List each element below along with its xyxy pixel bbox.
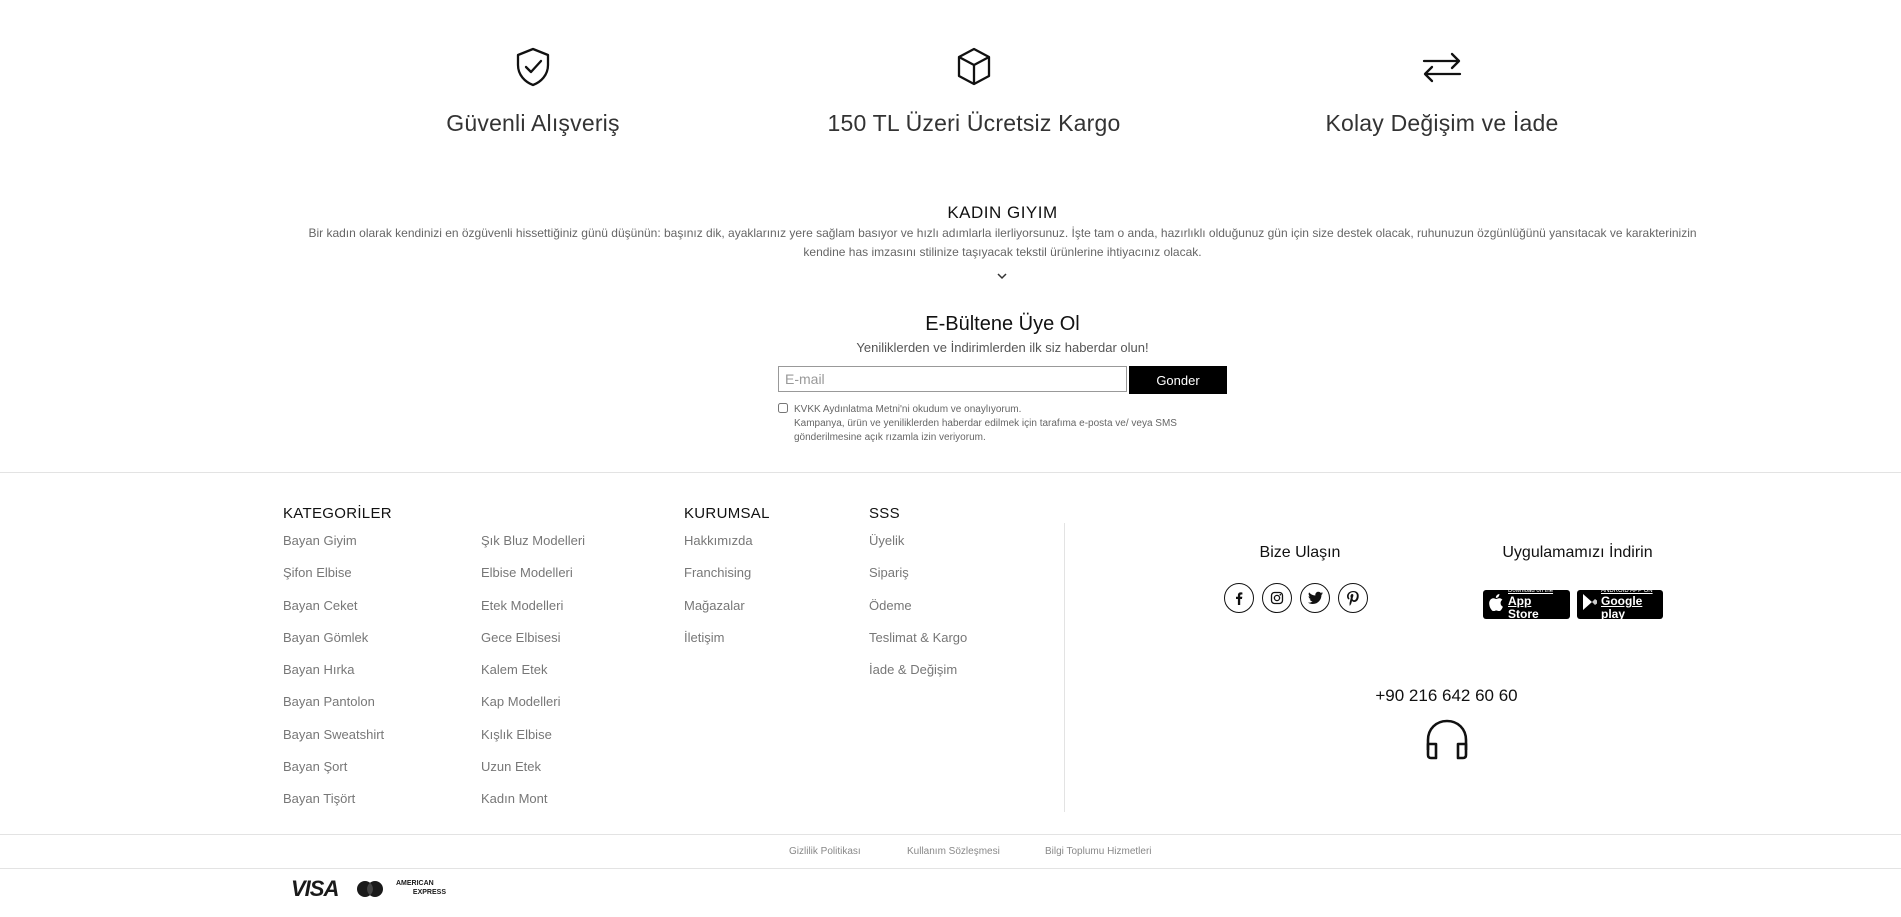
feature-easy-returns: Kolay Değişim ve İade: [1232, 46, 1652, 137]
section-title: KADIN GIYIM: [947, 203, 1058, 222]
social-links: [1224, 583, 1368, 613]
category-link[interactable]: Bayan Giyim: [283, 533, 357, 548]
headphones-icon: [1425, 718, 1469, 765]
newsletter-title: E-Bültene Üye Ol: [925, 313, 1080, 335]
feature-title: Güvenli Alışveriş: [446, 110, 620, 136]
box-icon: [764, 46, 1184, 88]
corporate-link[interactable]: İletişim: [684, 630, 724, 645]
category-link[interactable]: Kap Modelleri: [481, 694, 561, 709]
email-input[interactable]: [778, 366, 1127, 392]
facebook-icon[interactable]: [1224, 583, 1254, 613]
category-link[interactable]: Şık Bluz Modelleri: [481, 533, 585, 548]
feature-title: 150 TL Üzeri Ücretsiz Kargo: [827, 110, 1121, 136]
faq-link[interactable]: İade & Değişim: [869, 662, 957, 677]
amex-line1: AMERICAN: [396, 880, 434, 887]
exchange-arrows-icon: [1232, 46, 1652, 88]
phone-number: +90 216 642 60 60: [1375, 686, 1518, 705]
shield-check-icon: [323, 46, 743, 88]
information-society-link[interactable]: Bilgi Toplumu Hizmetleri: [1045, 846, 1152, 857]
faq-link[interactable]: Ödeme: [869, 598, 912, 613]
divider: [0, 472, 1901, 473]
submit-button[interactable]: Gonder: [1129, 366, 1227, 394]
corporate-heading: KURUMSAL: [684, 505, 770, 522]
faq-link[interactable]: Sipariş: [869, 565, 909, 580]
divider: [0, 834, 1901, 835]
faq-link[interactable]: Üyelik: [869, 533, 904, 548]
category-link[interactable]: Bayan Sweatshirt: [283, 727, 384, 742]
consent-checkbox[interactable]: [778, 403, 788, 413]
mastercard-icon: [355, 880, 385, 903]
category-link[interactable]: Bayan Pantolon: [283, 694, 375, 709]
category-link[interactable]: Etek Modelleri: [481, 598, 563, 613]
category-link[interactable]: Bayan Tişört: [283, 791, 355, 806]
google-play-button[interactable]: ANDROID APP ON Google play: [1577, 588, 1663, 621]
category-link[interactable]: Şifon Elbise: [283, 565, 352, 580]
twitter-icon[interactable]: [1300, 583, 1330, 613]
pinterest-icon[interactable]: [1338, 583, 1368, 613]
amex-line2: EXPRESS: [412, 889, 446, 896]
feature-title: Kolay Değişim ve İade: [1325, 110, 1559, 136]
app-store-button[interactable]: Download on the App Store: [1483, 588, 1570, 621]
newsletter-subtitle: Yeniliklerden ve İndirimlerden ilk siz h…: [856, 340, 1149, 355]
instagram-icon[interactable]: [1262, 583, 1292, 613]
categories-list-1: Bayan Giyim Şifon Elbise Bayan Ceket Bay…: [283, 533, 384, 824]
consent-text: KVKK Aydınlatma Metni'ni okudum ve onayl…: [794, 403, 1194, 445]
apple-icon: [1489, 593, 1503, 616]
contact-title: Bize Ulaşın: [1259, 544, 1341, 561]
corporate-link[interactable]: Mağazalar: [684, 598, 745, 613]
category-link[interactable]: Elbise Modelleri: [481, 565, 573, 580]
visa-icon: VISA: [291, 876, 339, 901]
category-link[interactable]: Uzun Etek: [481, 759, 541, 774]
google-play-label: Google play: [1601, 594, 1643, 621]
category-link[interactable]: Kalem Etek: [481, 662, 547, 677]
chevron-down-icon[interactable]: [995, 269, 1009, 281]
categories-heading: KATEGORİLER: [283, 505, 392, 522]
feature-free-shipping: 150 TL Üzeri Ücretsiz Kargo: [764, 46, 1184, 137]
corporate-link[interactable]: Franchising: [684, 565, 751, 580]
google-play-icon: [1583, 594, 1597, 615]
app-store-label: App Store: [1508, 594, 1539, 621]
category-link[interactable]: Bayan Şort: [283, 759, 347, 774]
category-link[interactable]: Bayan Gömlek: [283, 630, 368, 645]
category-link[interactable]: Kadın Mont: [481, 791, 548, 806]
consent-marketing: Kampanya, ürün ve yeniliklerden haberdar…: [794, 418, 1177, 443]
column-divider: [1064, 523, 1065, 812]
privacy-policy-link[interactable]: Gizlilik Politikası: [789, 846, 861, 857]
amex-icon: AMERICAN EXPRESS: [396, 879, 446, 897]
categories-list-2: Şık Bluz Modelleri Elbise Modelleri Etek…: [481, 533, 585, 824]
apps-title: Uygulamamızı İndirin: [1502, 544, 1653, 561]
consent-kvkk: KVKK Aydınlatma Metni'ni okudum ve onayl…: [794, 404, 1022, 415]
category-link[interactable]: Bayan Hırka: [283, 662, 355, 677]
faq-link[interactable]: Teslimat & Kargo: [869, 630, 967, 645]
corporate-list: Hakkımızda Franchising Mağazalar İletişi…: [684, 533, 753, 662]
category-link[interactable]: Gece Elbisesi: [481, 630, 560, 645]
faq-heading: SSS: [869, 505, 900, 522]
category-link[interactable]: Kışlık Elbise: [481, 727, 552, 742]
terms-of-use-link[interactable]: Kullanım Sözleşmesi: [907, 846, 1000, 857]
faq-list: Üyelik Sipariş Ödeme Teslimat & Kargo İa…: [869, 533, 967, 694]
corporate-link[interactable]: Hakkımızda: [684, 533, 753, 548]
section-description: Bir kadın olarak kendinizi en özgüvenli …: [308, 226, 1697, 259]
category-link[interactable]: Bayan Ceket: [283, 598, 357, 613]
feature-secure-shopping: Güvenli Alışveriş: [323, 46, 743, 137]
divider: [0, 868, 1901, 869]
